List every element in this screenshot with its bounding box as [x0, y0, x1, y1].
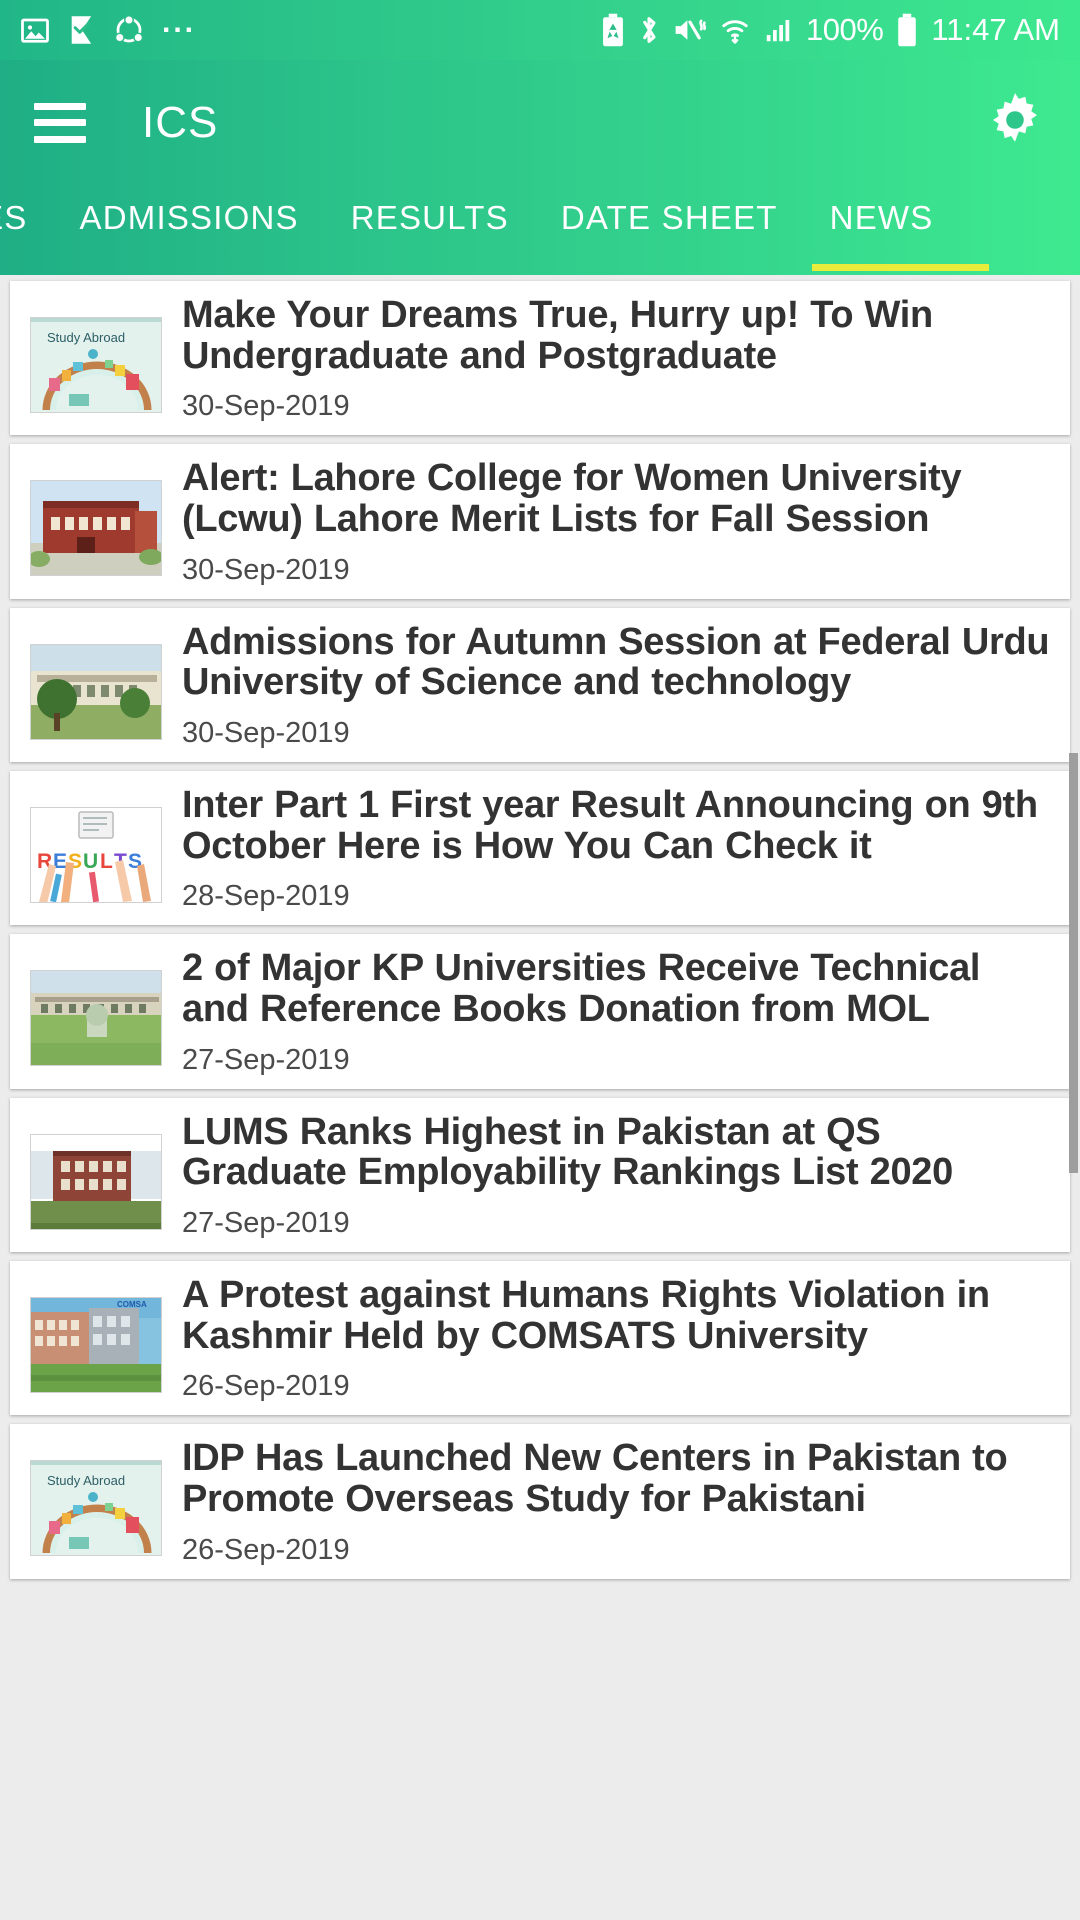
news-content: IDP Has Launched New Centers in Pakistan…: [162, 1438, 1060, 1566]
list-item[interactable]: Study Abroad Make Your Dreams True, Hurr…: [10, 281, 1070, 436]
tab-label: DATE SHEET: [560, 199, 778, 236]
list-item[interactable]: R E S U L T S Inter Part 1 First year Re…: [10, 770, 1070, 926]
list-item[interactable]: 2 of Major KP Universities Receive Techn…: [10, 934, 1070, 1089]
news-date: 30-Sep-2019: [182, 716, 350, 749]
news-headline: LUMS Ranks Highest in Pakistan at QS Gra…: [182, 1110, 953, 1194]
news-date: 27-Sep-2019: [182, 1206, 350, 1239]
more-dots-icon: ...: [162, 6, 197, 39]
gear-icon[interactable]: [984, 89, 1046, 156]
news-headline: 2 of Major KP Universities Receive Techn…: [182, 947, 981, 1030]
list-item[interactable]: COMSA A Protest against Humans Rights Vi…: [10, 1260, 1070, 1416]
news-content: LUMS Ranks Highest in Pakistan at QS Gra…: [162, 1110, 1060, 1240]
tab-date-sheet[interactable]: DATE SHEET: [535, 185, 804, 265]
tab-label: NEWS: [829, 199, 934, 236]
news-content: Admissions for Autumn Session at Federal…: [162, 620, 1060, 750]
news-date: 27-Sep-2019: [182, 1043, 350, 1076]
list-item[interactable]: LUMS Ranks Highest in Pakistan at QS Gra…: [10, 1097, 1070, 1252]
status-bar-system-icons: 100% 11:47 AM: [601, 12, 1060, 48]
signal-icon: [766, 20, 790, 42]
news-content: 2 of Major KP Universities Receive Techn…: [162, 948, 1060, 1076]
tab-news[interactable]: NEWS: [804, 185, 990, 271]
news-thumbnail: [30, 970, 162, 1067]
news-headline: Make Your Dreams True, Hurry up! To Win …: [182, 294, 933, 377]
list-item[interactable]: Study Abroad IDP Has Launched New Center…: [10, 1424, 1070, 1579]
news-thumbnail: [30, 1133, 162, 1230]
news-headline: A Protest against Humans Rights Violatio…: [182, 1273, 990, 1357]
image-icon: [21, 18, 49, 43]
news-thumbnail: Study Abroad: [30, 1460, 162, 1557]
status-bar: ... 100% 11:47 AM: [0, 0, 1080, 60]
svg-text:COMSA: COMSA: [117, 1300, 147, 1309]
news-date: 26-Sep-2019: [182, 1370, 350, 1403]
tab-results[interactable]: RESULTS: [325, 185, 535, 265]
tab-colleges[interactable]: EGES: [0, 185, 54, 265]
checkmark-flag-icon: [71, 16, 92, 44]
tab-label: EGES: [0, 199, 28, 236]
battery-percent-label: 100%: [806, 12, 884, 47]
news-thumbnail: COMSA: [30, 1296, 162, 1393]
news-headline: IDP Has Launched New Centers in Pakistan…: [182, 1437, 1008, 1520]
mute-vibrate-icon: [675, 19, 707, 40]
scrollbar-thumb[interactable]: [1069, 753, 1078, 1173]
hamburger-icon[interactable]: [34, 102, 86, 143]
svg-text:U: U: [83, 850, 98, 873]
news-thumbnail: Study Abroad: [30, 317, 162, 413]
news-headline: Alert: Lahore College for Women Universi…: [182, 457, 962, 540]
active-tab-indicator: [811, 264, 990, 271]
status-bar-notifications: ...: [20, 6, 197, 46]
bluetooth-icon: [643, 17, 656, 43]
share-nodes-icon: [114, 15, 144, 43]
battery-saver-icon: [603, 13, 623, 47]
wifi-icon: [722, 20, 748, 44]
news-thumbnail: [30, 480, 162, 577]
news-date: 26-Sep-2019: [182, 1533, 350, 1566]
battery-full-icon: [898, 13, 917, 47]
svg-text:Study Abroad: Study Abroad: [47, 1473, 125, 1488]
news-thumbnail: [30, 643, 162, 740]
news-date: 30-Sep-2019: [182, 553, 350, 586]
news-list[interactable]: Study Abroad Make Your Dreams True, Hurr…: [0, 275, 1080, 1920]
news-content: Alert: Lahore College for Women Universi…: [162, 458, 1060, 586]
tab-label: ADMISSIONS: [79, 199, 299, 236]
list-item[interactable]: Admissions for Autumn Session at Federal…: [10, 607, 1070, 762]
svg-text:L: L: [100, 850, 113, 873]
svg-text:Study Abroad: Study Abroad: [47, 330, 125, 345]
news-thumbnail: R E S U L T S: [30, 806, 162, 903]
news-headline: Admissions for Autumn Session at Federal…: [182, 620, 1050, 704]
list-item[interactable]: Alert: Lahore College for Women Universi…: [10, 444, 1070, 599]
tab-admissions[interactable]: ADMISSIONS: [54, 185, 325, 265]
news-date: 28-Sep-2019: [182, 880, 350, 913]
news-headline: Inter Part 1 First year Result Announcin…: [182, 783, 1038, 867]
app-bar: ICS: [0, 60, 1080, 185]
news-content: A Protest against Humans Rights Violatio…: [162, 1273, 1060, 1403]
news-content: Make Your Dreams True, Hurry up! To Win …: [162, 295, 1060, 423]
news-date: 30-Sep-2019: [182, 390, 350, 423]
tab-bar[interactable]: EGES ADMISSIONS RESULTS DATE SHEET NEWS: [0, 185, 1080, 275]
news-content: Inter Part 1 First year Result Announcin…: [162, 785, 1060, 913]
tab-label: RESULTS: [350, 199, 509, 236]
page-title: ICS: [142, 97, 219, 147]
clock-label: 11:47 AM: [931, 12, 1060, 47]
